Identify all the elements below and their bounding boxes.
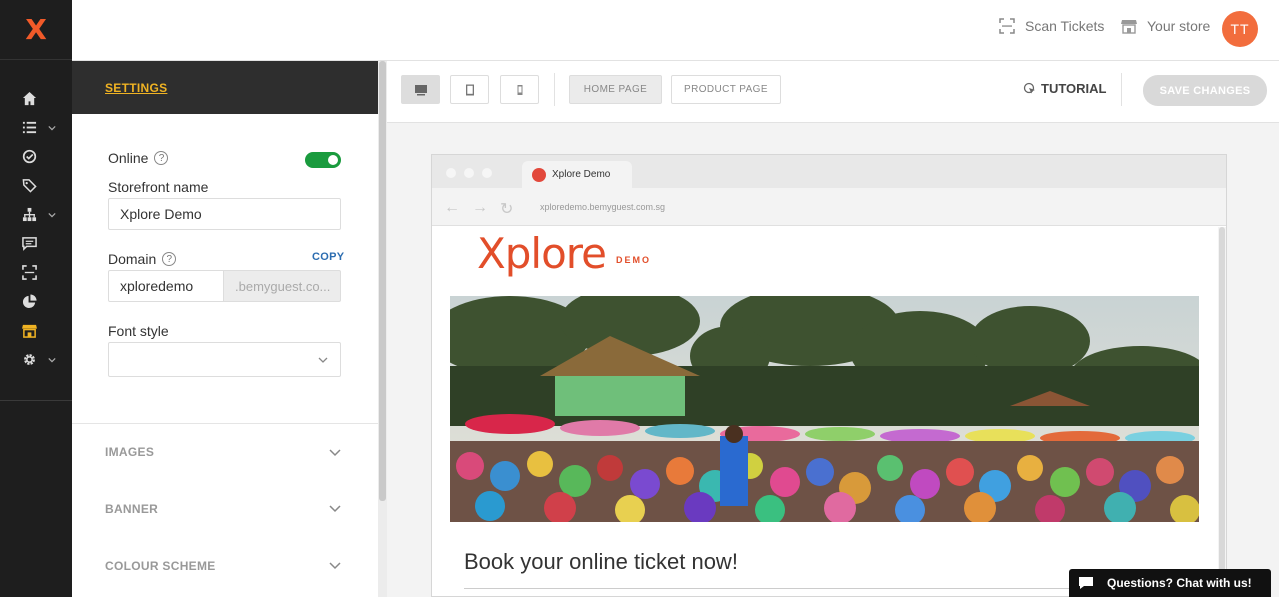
chevron-down-icon — [329, 505, 341, 513]
desktop-view-button[interactable] — [401, 75, 440, 104]
chevron-down-icon — [48, 125, 56, 131]
preview-headline: Book your online ticket now! — [464, 549, 738, 574]
help-icon[interactable]: ? — [162, 252, 177, 266]
reports-nav-item[interactable] — [0, 287, 72, 316]
storefront-preview: Xplore Demo ← → ↻ xploredemo.bemyguest.c… — [431, 154, 1227, 597]
gear-icon — [24, 354, 35, 365]
tutorial-button[interactable]: TUTORIAL — [1023, 81, 1106, 96]
scan-nav-item[interactable] — [0, 258, 72, 287]
home-page-button[interactable]: HOME PAGE — [569, 75, 662, 104]
tablet-view-button[interactable] — [450, 75, 489, 104]
font-style-label: Font style — [108, 323, 169, 339]
chat-widget[interactable]: Questions? Chat with us! — [1069, 569, 1271, 597]
home-icon — [22, 91, 37, 106]
mobile-icon — [517, 84, 522, 95]
forward-arrow-icon: → — [472, 199, 488, 216]
store-icon — [1121, 20, 1137, 34]
settings-nav-item[interactable] — [0, 345, 72, 374]
rail-divider — [0, 400, 72, 401]
chevron-down-icon — [329, 449, 341, 457]
check-nav-item[interactable] — [0, 142, 72, 171]
settings-scrollbar[interactable] — [378, 61, 387, 597]
app-logo[interactable]: X — [0, 0, 72, 60]
online-label-row: Online ? — [108, 150, 169, 166]
settings-header: SETTINGS — [72, 61, 378, 114]
check-circle-icon — [22, 149, 37, 164]
left-nav-rail: X — [0, 0, 72, 597]
hero-banner-image — [450, 296, 1199, 522]
settings-panel: SETTINGS Online ? Storefront name Xplore… — [72, 61, 378, 597]
domain-input[interactable]: xploredemo — [108, 270, 224, 302]
preview-scrollbar[interactable] — [1218, 227, 1226, 597]
chevron-down-icon — [48, 212, 56, 218]
browser-address-bar: ← → ↻ xploredemo.bemyguest.com.sg — [432, 188, 1226, 226]
chat-label: Questions? Chat with us! — [1107, 576, 1252, 590]
chat-bubble-icon — [1079, 577, 1093, 589]
banner-section[interactable]: BANNER — [72, 480, 378, 537]
help-icon[interactable]: ? — [154, 151, 169, 165]
list-icon — [22, 121, 37, 134]
storefront-name-label: Storefront name — [108, 179, 209, 195]
chevron-down-icon — [318, 357, 328, 363]
save-changes-button[interactable]: SAVE CHANGES — [1143, 75, 1267, 106]
scan-icon — [999, 18, 1015, 34]
chevron-down-icon — [48, 357, 56, 363]
tag-icon — [22, 179, 37, 193]
online-toggle[interactable] — [305, 152, 341, 168]
brand-logo: Xplore DEMO — [477, 229, 651, 278]
user-avatar[interactable]: TT — [1222, 11, 1258, 47]
pie-chart-icon — [22, 294, 37, 309]
preview-url: xploredemo.bemyguest.com.sg — [540, 202, 666, 212]
store-icon — [22, 324, 37, 338]
sitemap-icon — [22, 207, 37, 222]
storefront-name-input[interactable]: Xplore Demo — [108, 198, 341, 230]
scan-icon — [22, 265, 37, 280]
toolbar-divider — [1121, 73, 1122, 106]
store-nav-item[interactable] — [0, 316, 72, 345]
domain-suffix: .bemyguest.co... — [223, 270, 341, 302]
font-style-select[interactable] — [108, 342, 341, 377]
tag-nav-item[interactable] — [0, 171, 72, 200]
your-store-label: Your store — [1147, 18, 1211, 34]
images-section[interactable]: IMAGES — [72, 423, 378, 480]
domain-label: Domain — [108, 251, 157, 267]
browser-tab: Xplore Demo — [522, 161, 632, 188]
desktop-icon — [414, 84, 427, 95]
messages-nav-item[interactable] — [0, 229, 72, 258]
colour-scheme-section[interactable]: COLOUR SCHEME — [72, 537, 378, 594]
toolbar-divider — [554, 73, 555, 106]
settings-tab[interactable]: SETTINGS — [105, 81, 167, 95]
tutorial-icon — [1023, 82, 1035, 93]
browser-tab-bar: Xplore Demo — [432, 155, 1226, 188]
mobile-view-button[interactable] — [500, 75, 539, 104]
sitemap-nav-item[interactable] — [0, 200, 72, 229]
favicon-icon — [532, 167, 546, 182]
chat-icon — [22, 237, 37, 251]
scan-tickets-button[interactable]: Scan Tickets — [999, 18, 1104, 34]
list-nav-item[interactable] — [0, 113, 72, 142]
preview-toolbar: HOME PAGE PRODUCT PAGE TUTORIAL SAVE CHA… — [387, 61, 1279, 123]
domain-label-row: Domain ? — [108, 251, 177, 267]
top-bar: Scan Tickets Your store TT — [72, 0, 1279, 61]
back-arrow-icon: ← — [444, 199, 460, 216]
reload-icon: ↻ — [500, 201, 514, 218]
home-nav-item[interactable] — [0, 84, 72, 113]
copy-domain-link[interactable]: COPY — [312, 251, 344, 263]
chevron-down-icon — [329, 562, 341, 570]
product-page-button[interactable]: PRODUCT PAGE — [671, 75, 781, 104]
online-label: Online — [108, 150, 149, 166]
your-store-button[interactable]: Your store — [1121, 18, 1210, 34]
scan-tickets-label: Scan Tickets — [1025, 18, 1105, 34]
preview-booking-input — [464, 588, 1164, 597]
tablet-icon — [465, 84, 474, 95]
